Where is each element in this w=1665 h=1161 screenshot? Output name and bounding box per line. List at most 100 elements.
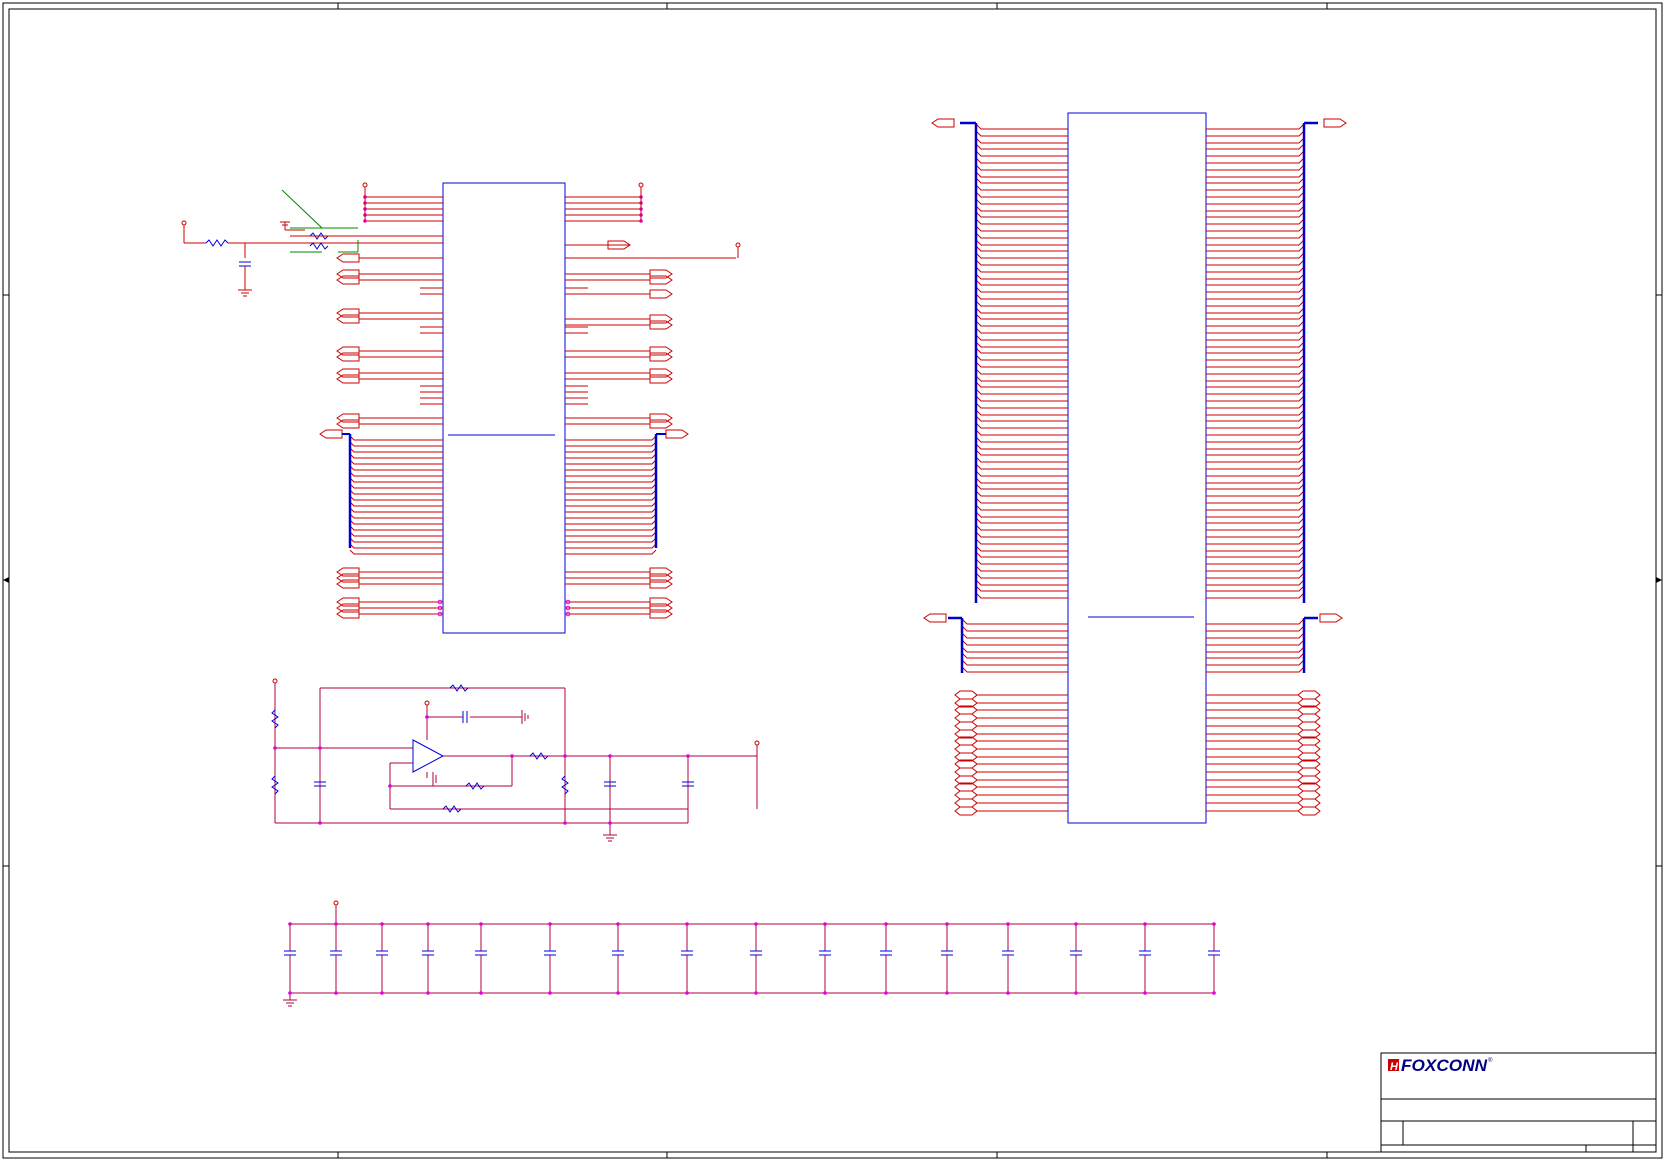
junction-dot xyxy=(1006,922,1010,926)
bus-entry-wire xyxy=(1206,191,1305,198)
bus-entry-wire xyxy=(975,157,1068,164)
bus-entry-wire xyxy=(975,538,1068,545)
bus-entry-wire xyxy=(1206,150,1305,157)
junction-dot xyxy=(1143,922,1147,926)
bus-entry-wire xyxy=(975,511,1068,518)
net-port xyxy=(336,314,360,324)
bus-entry-wire xyxy=(565,489,657,495)
drawing-frame xyxy=(2,2,1663,1159)
net-port xyxy=(649,275,673,285)
junction-dot xyxy=(548,922,552,926)
foxconn-logo: H FOXCONN ® xyxy=(1388,1056,1493,1075)
junction-dot xyxy=(685,922,689,926)
bus-entry-wire xyxy=(1206,415,1305,422)
bus-entry-wire xyxy=(1206,395,1305,402)
center-mark-right xyxy=(1656,577,1662,583)
bus-entry-wire xyxy=(349,453,443,459)
net-port xyxy=(665,429,689,439)
bus-entry-wire xyxy=(975,504,1068,511)
bus-entry-wire xyxy=(975,551,1068,558)
bus-entry-wire xyxy=(1206,639,1305,646)
net-port xyxy=(336,603,360,613)
bus-entry-wire xyxy=(349,477,443,483)
bus-entry-wire xyxy=(1206,497,1305,504)
bus-entry-wire xyxy=(565,453,657,459)
bus-entry-wire xyxy=(975,232,1068,239)
bus-entry-wire xyxy=(1206,184,1305,191)
junction-dot xyxy=(1074,991,1078,995)
bus-entry-wire xyxy=(975,368,1068,375)
bus-entry-wire xyxy=(1206,463,1305,470)
bus-entry-wire xyxy=(975,341,1068,348)
bus-entry-wire xyxy=(975,279,1068,286)
junction-dot xyxy=(334,922,338,926)
bus-entry-wire xyxy=(1206,123,1305,130)
frame-zone-ticks xyxy=(3,3,1662,1158)
net-port xyxy=(319,429,343,439)
bus-entry-wire xyxy=(1206,490,1305,497)
net-port xyxy=(954,798,978,808)
bus-entry-wire xyxy=(1206,286,1305,293)
net-port xyxy=(336,413,360,423)
bus-entry-wire xyxy=(1206,205,1305,212)
bus-entry-wire xyxy=(1206,524,1305,531)
net-port xyxy=(1319,613,1343,623)
bus-entry-wire xyxy=(975,409,1068,416)
net-port xyxy=(1297,690,1321,700)
junction-dot xyxy=(945,991,949,995)
bus-entry-wire xyxy=(975,443,1068,450)
bus-entry-wire xyxy=(1206,477,1305,484)
bus-entry-wire xyxy=(1206,368,1305,375)
bus-entry-wire xyxy=(975,191,1068,198)
bus-entry-wire xyxy=(565,507,657,513)
bus-entry-wire xyxy=(349,435,443,441)
junction-dot xyxy=(884,991,888,995)
bus-entry-wire xyxy=(1206,436,1305,443)
bus-entry-wire xyxy=(1206,361,1305,368)
bus-entry-wire xyxy=(349,531,443,537)
net-port xyxy=(649,419,673,429)
left-ic-body xyxy=(442,182,566,634)
net-port xyxy=(649,609,673,619)
bus-entry-wire xyxy=(1206,517,1305,524)
right-ic-body xyxy=(1067,112,1207,824)
bus-entry-wire xyxy=(975,415,1068,422)
bus-entry-wire xyxy=(349,447,443,453)
bus-entry-wire xyxy=(961,618,1068,625)
bus-entry-wire xyxy=(565,495,657,501)
bus-entry-wire xyxy=(1206,449,1305,456)
bus-entry-wire xyxy=(961,646,1068,653)
bus-entry-wire xyxy=(975,524,1068,531)
bus-entry-wire xyxy=(349,513,443,519)
net-port xyxy=(336,368,360,378)
bus-entry-wire xyxy=(975,585,1068,592)
opamp-grounds xyxy=(432,710,617,842)
bus-entry-wire xyxy=(975,579,1068,586)
bus-entry-wire xyxy=(1206,211,1305,218)
decoupling-capacitor-row xyxy=(283,900,1220,1007)
bus-entry-wire xyxy=(975,171,1068,178)
bus-entry-wire xyxy=(961,632,1068,639)
net-port xyxy=(649,314,673,324)
bus-entry-wire xyxy=(975,300,1068,307)
bus-entry-wire xyxy=(349,489,443,495)
bus-entry-wire xyxy=(975,436,1068,443)
junction-dot xyxy=(754,922,758,926)
bus-entry-wire xyxy=(565,441,657,447)
opamp-circuit xyxy=(274,683,758,835)
bus-entry-wire xyxy=(1206,300,1305,307)
bus-entry-wire xyxy=(349,543,443,549)
bus-entry-wire xyxy=(975,150,1068,157)
bus-entry-wire xyxy=(975,490,1068,497)
bus-entry-wire xyxy=(975,143,1068,150)
bus-entry-wire xyxy=(1206,456,1305,463)
bus-entry-wire xyxy=(975,381,1068,388)
bus-entry-wire xyxy=(975,293,1068,300)
bus-entry-wire xyxy=(1206,592,1305,599)
bus-entry-wire xyxy=(1206,585,1305,592)
junction-dot xyxy=(426,991,430,995)
bus-entry-wire xyxy=(1206,225,1305,232)
net-port xyxy=(336,308,360,318)
bus-entry-wire xyxy=(961,652,1068,659)
bus-entry-wire xyxy=(1206,130,1305,137)
